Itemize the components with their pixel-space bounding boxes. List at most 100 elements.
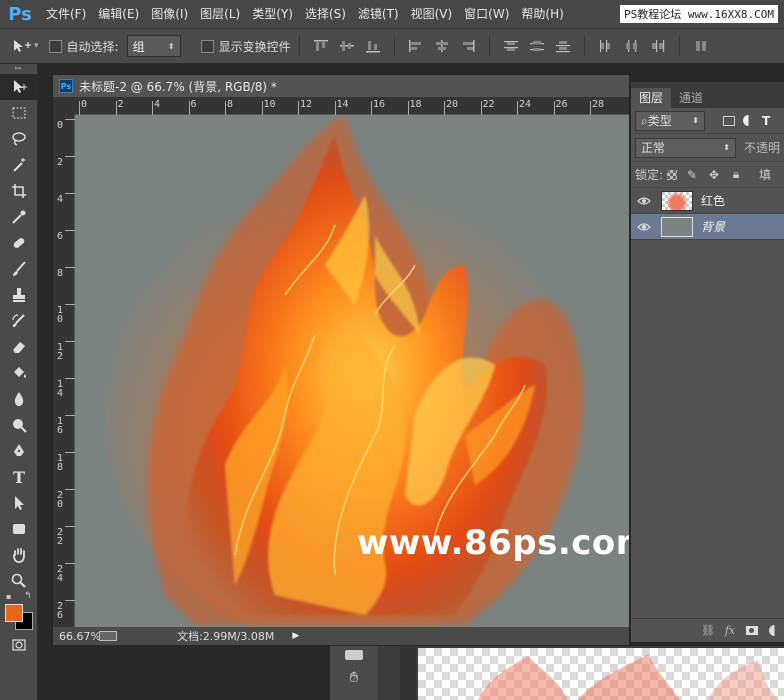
menu-item[interactable]: 视图(V) bbox=[405, 0, 459, 28]
panel-tab[interactable]: 图层 bbox=[631, 88, 672, 108]
distribute-bottom-icon[interactable] bbox=[554, 38, 572, 54]
shape-tool-icon[interactable] bbox=[345, 650, 363, 660]
ruler-tick bbox=[65, 304, 75, 305]
distribute-left-icon[interactable] bbox=[597, 38, 615, 54]
ruler-tick bbox=[334, 101, 336, 115]
filter-kind-value: 类型 bbox=[647, 114, 672, 128]
dodge-tool-icon[interactable] bbox=[0, 412, 38, 438]
lasso-tool-icon[interactable] bbox=[0, 126, 38, 152]
eyedropper-icon[interactable] bbox=[0, 204, 38, 230]
horizontal-ruler[interactable]: 0 2 4 6 8 10 12 14 16 18 20 22 24 26 28 bbox=[75, 97, 629, 115]
layer-row[interactable]: 红色 bbox=[631, 188, 784, 214]
align-left-icon[interactable] bbox=[407, 38, 425, 54]
align-hcenter-icon[interactable] bbox=[433, 38, 451, 54]
link-layers-icon[interactable]: ⛓ bbox=[697, 622, 719, 640]
auto-select-dropdown[interactable]: 组 ⬍ bbox=[126, 35, 181, 57]
auto-select-checkbox[interactable] bbox=[48, 39, 62, 53]
blend-row: 正常 ⬍ 不透明 bbox=[631, 134, 784, 162]
menu-item[interactable]: 文件(F) bbox=[40, 0, 92, 28]
menu-item[interactable]: 滤镜(T) bbox=[352, 0, 405, 28]
lock-pixels-icon[interactable]: ✎ bbox=[685, 168, 699, 182]
foreground-color-swatch[interactable] bbox=[5, 604, 23, 622]
eraser-tool-icon[interactable] bbox=[0, 334, 38, 360]
add-mask-icon[interactable] bbox=[741, 622, 763, 640]
ruler-tick bbox=[65, 341, 75, 342]
menu-item[interactable]: 选择(S) bbox=[299, 0, 352, 28]
clone-stamp-icon[interactable] bbox=[0, 282, 38, 308]
healing-brush-icon[interactable] bbox=[0, 230, 38, 256]
align-right-icon[interactable] bbox=[459, 38, 477, 54]
marquee-tool-icon[interactable] bbox=[0, 100, 38, 126]
auto-select-label: 自动选择: bbox=[66, 39, 119, 54]
ruler-tick bbox=[79, 101, 80, 115]
ruler-tick bbox=[65, 267, 75, 268]
adjustment-layer-icon[interactable] bbox=[763, 622, 784, 640]
default-colors-icon[interactable]: ▪ bbox=[6, 592, 11, 601]
align-vcenter-icon[interactable] bbox=[338, 38, 356, 54]
distribute-hcenter-icon[interactable] bbox=[623, 38, 641, 54]
zoom-tool-icon[interactable] bbox=[0, 568, 38, 594]
fill-label-partial: 填 bbox=[759, 168, 772, 182]
toolbox-collapse-icon[interactable]: ▸▸ bbox=[0, 64, 37, 74]
menu-item[interactable]: 图层(L) bbox=[194, 0, 246, 28]
show-transform-checkbox[interactable] bbox=[200, 39, 214, 53]
ruler-tick bbox=[444, 101, 445, 115]
align-bottom-icon[interactable] bbox=[364, 38, 382, 54]
menu-item[interactable]: 窗口(W) bbox=[458, 0, 515, 28]
panel-tab[interactable]: 通道 bbox=[671, 88, 711, 108]
auto-align-icon[interactable] bbox=[692, 38, 710, 54]
zoom-level[interactable]: 66.67% bbox=[53, 630, 105, 643]
move-tool-icon[interactable] bbox=[0, 74, 38, 100]
status-share-icon[interactable] bbox=[99, 631, 117, 641]
align-top-icon[interactable] bbox=[312, 38, 330, 54]
adjustment-filter-icon[interactable] bbox=[743, 115, 754, 126]
document-tab[interactable]: Ps 未标题-2 @ 66.7% (背景, RGB/8) * bbox=[53, 75, 629, 97]
ruler-tick bbox=[188, 101, 190, 115]
distribute-top-icon[interactable] bbox=[502, 38, 520, 54]
vertical-ruler[interactable]: 0 2 4 6 8 10 12 14 16 18 20 22 24 26 bbox=[53, 115, 75, 627]
ps-logo: Ps bbox=[8, 3, 32, 25]
layer-style-icon[interactable]: fx bbox=[719, 622, 741, 640]
status-menu-icon[interactable]: ▶ bbox=[292, 631, 299, 641]
panel-tabs: 图层 通道 bbox=[631, 82, 784, 108]
crop-tool-icon[interactable] bbox=[0, 178, 38, 204]
paint-bucket-icon[interactable] bbox=[0, 360, 38, 386]
menu-item[interactable]: 图像(I) bbox=[145, 0, 194, 28]
distribute-vcenter-icon[interactable] bbox=[528, 38, 546, 54]
hand-tool-icon[interactable] bbox=[0, 542, 38, 568]
path-selection-icon[interactable] bbox=[0, 490, 38, 516]
layer-row[interactable]: 背景 bbox=[631, 214, 784, 240]
visibility-eye-icon[interactable] bbox=[631, 222, 657, 232]
quick-mask-icon[interactable] bbox=[0, 632, 38, 658]
lock-position-icon[interactable]: ✥ bbox=[707, 168, 721, 182]
blend-mode-dropdown[interactable]: 正常 ⬍ bbox=[635, 137, 736, 158]
divider bbox=[678, 36, 680, 56]
ruler-tick-label: 14 bbox=[336, 99, 349, 110]
menu-item[interactable]: 帮助(H) bbox=[515, 0, 569, 28]
secondary-toolbox: ✋︎ bbox=[330, 646, 378, 700]
blur-tool-icon[interactable] bbox=[0, 386, 38, 412]
menu-item[interactable]: 类型(Y) bbox=[246, 0, 299, 28]
doc-size-info: 文档:2.99M/3.08M bbox=[177, 630, 275, 643]
magic-wand-icon[interactable] bbox=[0, 152, 38, 178]
brush-tool-icon[interactable] bbox=[0, 256, 38, 282]
image-filter-icon[interactable] bbox=[723, 115, 735, 126]
visibility-eye-icon[interactable] bbox=[631, 196, 657, 206]
type-tool-icon[interactable]: T bbox=[0, 464, 38, 490]
menu-item[interactable]: 编辑(E) bbox=[92, 0, 145, 28]
filter-kind-dropdown[interactable]: ⌕类型 ⬍ bbox=[635, 110, 705, 131]
type-filter-icon[interactable]: T bbox=[762, 114, 770, 128]
document-canvas[interactable]: www.86ps.com bbox=[75, 115, 629, 627]
history-brush-icon[interactable] bbox=[0, 308, 38, 334]
pen-tool-icon[interactable] bbox=[0, 438, 38, 464]
lock-row: 锁定: ✎ ✥ 🔒︎ 填 bbox=[631, 162, 784, 188]
distribute-right-icon[interactable] bbox=[649, 38, 667, 54]
layers-panel-footer: ⛓ fx bbox=[631, 618, 784, 642]
swap-colors-icon[interactable]: ↰ bbox=[24, 591, 32, 601]
lock-all-icon[interactable]: 🔒︎ bbox=[729, 167, 743, 182]
hand-tool-icon[interactable]: ✋︎ bbox=[330, 668, 378, 686]
lock-transparency-icon[interactable] bbox=[667, 169, 678, 180]
canvas-watermark: www.86ps.com bbox=[357, 523, 629, 563]
ruler-corner[interactable] bbox=[53, 97, 75, 115]
rectangle-tool-icon[interactable] bbox=[0, 516, 38, 542]
